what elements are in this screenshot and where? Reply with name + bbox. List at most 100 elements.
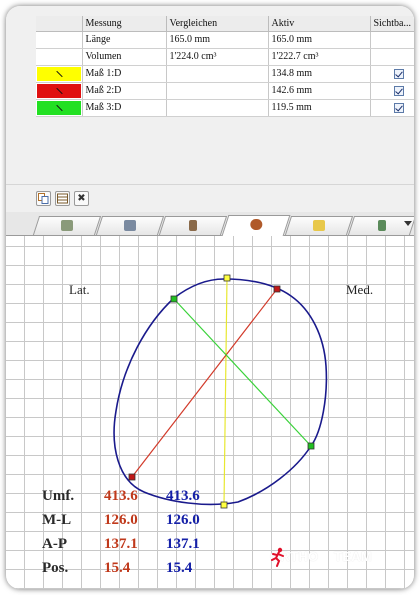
compare-value: [166, 99, 269, 117]
active-value: 119.5 mm: [268, 99, 371, 117]
measurement-name: Volumen: [82, 48, 167, 66]
stat-row-circumference: Umf. 413.6 413.6: [42, 488, 242, 510]
measure-1-start-handle[interactable]: [223, 274, 231, 282]
active-value: 165.0 mm: [268, 31, 371, 49]
measure-2-color-swatch[interactable]: [37, 83, 81, 98]
tab-image[interactable]: [95, 216, 165, 235]
tab-footprint[interactable]: [221, 215, 291, 236]
measurement-name: Maß 2:D: [82, 82, 167, 100]
compare-value: [166, 65, 269, 83]
measure-2-line: [131, 288, 278, 478]
stat-compare-value: 137.1: [104, 536, 138, 552]
active-value: 134.8 mm: [268, 65, 371, 83]
close-icon: ✖: [77, 193, 86, 204]
tab-tools[interactable]: [32, 216, 102, 235]
swatch-line-icon: [56, 70, 63, 77]
table-row[interactable]: Maß 1:D 134.8 mm: [36, 65, 414, 83]
measure-2-start-handle[interactable]: [273, 285, 281, 293]
visibility-cell: [370, 31, 414, 49]
table-row[interactable]: Maß 2:D 142.6 mm: [36, 82, 414, 100]
column-header-measurement[interactable]: Messung: [82, 16, 167, 32]
stat-row-antero-posterior: A-P 137.1 137.1: [42, 536, 242, 558]
measure-3-line: [173, 298, 312, 447]
color-swatch-cell[interactable]: [36, 82, 83, 100]
visible-checkbox-measure-2[interactable]: [393, 85, 404, 96]
stat-compare-value: 413.6: [104, 488, 138, 504]
application-frame: Messung Vergleichen Aktiv Sichtba... Län…: [6, 6, 414, 589]
stat-label: Umf.: [42, 488, 75, 504]
copy-button[interactable]: [36, 191, 51, 206]
cross-section-canvas[interactable]: Lat. Med. Umf. 413.6 413.6 M-L 126.0 126…: [6, 236, 414, 589]
measure-2-end-handle[interactable]: [128, 473, 136, 481]
view-tab-strip: [6, 212, 414, 236]
visible-checkbox-measure-1[interactable]: [393, 68, 404, 79]
color-swatch-cell[interactable]: [36, 65, 83, 83]
delete-button[interactable]: ✖: [74, 191, 89, 206]
column-header-active[interactable]: Aktiv: [268, 16, 371, 32]
measurement-name: Länge: [82, 31, 167, 49]
cross-section-outline: [113, 278, 328, 506]
lateral-label: Lat.: [69, 282, 90, 297]
column-header-compare[interactable]: Vergleichen: [166, 16, 269, 32]
tools-icon: [61, 220, 73, 231]
measurement-name: Maß 1:D: [82, 65, 167, 83]
stat-label: Pos.: [42, 560, 69, 576]
column-header-visible[interactable]: Sichtba...: [370, 16, 414, 32]
measure-1-line: [223, 277, 228, 506]
visibility-cell: [370, 99, 414, 117]
medial-label: Med.: [346, 282, 374, 297]
stat-compare-value: 126.0: [104, 512, 138, 528]
table-empty-area: [36, 125, 414, 184]
measure-3-color-swatch[interactable]: [37, 100, 81, 115]
running-figure-icon: [271, 547, 284, 567]
measurement-name: Maß 3:D: [82, 99, 167, 117]
swatch-line-icon: [56, 87, 63, 94]
compare-value: [166, 82, 269, 100]
stat-active-value: 126.0: [166, 512, 200, 528]
table-header-row: Messung Vergleichen Aktiv Sichtba...: [36, 16, 414, 32]
compare-value: 165.0 mm: [166, 31, 269, 49]
table-settings-button[interactable]: [55, 191, 70, 206]
measure-3-start-handle[interactable]: [170, 295, 178, 303]
table-row[interactable]: Maß 3:D 119.5 mm: [36, 99, 414, 117]
tree-icon: [378, 220, 386, 231]
chevron-down-icon[interactable]: [404, 221, 412, 226]
color-swatch-cell: [36, 48, 83, 66]
column-header-color[interactable]: [36, 16, 83, 32]
table-row[interactable]: Länge 165.0 mm 165.0 mm: [36, 31, 414, 49]
tab-modify[interactable]: [158, 216, 228, 235]
measurement-table: Messung Vergleichen Aktiv Sichtba... Län…: [36, 16, 414, 117]
active-value: 142.6 mm: [268, 82, 371, 100]
logo-text-team: TEAM: [334, 549, 373, 564]
swatch-line-icon: [56, 104, 63, 111]
table-row[interactable]: Volumen 1'224.0 cm³ 1'222.7 cm³: [36, 48, 414, 66]
table-icon: [57, 193, 68, 204]
visibility-cell: [370, 48, 414, 66]
stat-active-value: 413.6: [166, 488, 200, 504]
color-swatch-cell[interactable]: [36, 99, 83, 117]
note-icon: [313, 220, 325, 231]
stat-row-position: Pos. 15.4 15.4: [42, 560, 242, 582]
stat-compare-value: 15.4: [104, 560, 131, 576]
stat-label: A-P: [42, 536, 67, 552]
stat-active-value: 137.1: [166, 536, 200, 552]
measure-1-color-swatch[interactable]: [37, 66, 81, 81]
active-value: 1'222.7 cm³: [268, 48, 371, 66]
measurement-table-panel: Messung Vergleichen Aktiv Sichtba... Län…: [6, 6, 414, 184]
measure-3-end-handle[interactable]: [307, 442, 315, 450]
tab-notes[interactable]: [284, 216, 354, 235]
orthoteam-logo: ORTHO TEAM: [270, 547, 390, 567]
visibility-cell: [370, 65, 414, 83]
table-toolbar: ✖: [6, 184, 414, 212]
foot-icon: [250, 219, 263, 230]
stat-active-value: 15.4: [166, 560, 193, 576]
compare-value: 1'224.0 cm³: [166, 48, 269, 66]
visible-checkbox-measure-3[interactable]: [393, 102, 404, 113]
image-icon: [124, 220, 136, 231]
stat-row-medio-lateral: M-L 126.0 126.0: [42, 512, 242, 534]
copy-icon: [38, 193, 49, 204]
visibility-cell: [370, 82, 414, 100]
color-swatch-cell: [36, 31, 83, 49]
hammer-icon: [189, 220, 197, 231]
stat-label: M-L: [42, 512, 72, 528]
